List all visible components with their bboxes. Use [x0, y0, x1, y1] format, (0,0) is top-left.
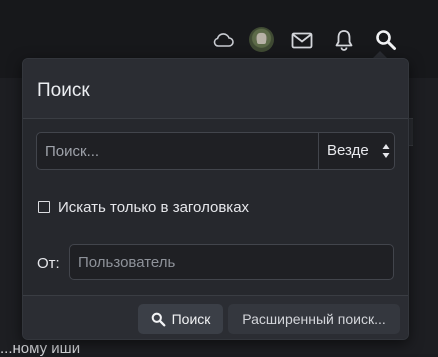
search-popup-footer: Поиск Расширенный поиск... [23, 295, 408, 339]
user-input[interactable] [69, 244, 394, 280]
from-label: От: [37, 255, 60, 272]
cloud-icon[interactable] [210, 27, 236, 53]
search-popup-title: Поиск [37, 80, 90, 101]
search-button-label: Поиск [171, 311, 211, 327]
background-partial-text: ...ному иши [0, 340, 81, 357]
titles-only-checkbox[interactable] [38, 201, 50, 213]
search-popup-header: Поиск [23, 59, 408, 119]
advanced-search-button[interactable]: Расширенный поиск... [228, 304, 400, 334]
search-button[interactable]: Поиск [138, 304, 223, 334]
search-scope-value: Везде [327, 142, 369, 159]
advanced-search-label: Расширенный поиск... [242, 311, 386, 327]
search-popup: Поиск Везде Искать только в заголовках О… [22, 58, 409, 340]
search-icon[interactable] [373, 27, 399, 53]
search-field-group: Везде [36, 132, 395, 170]
bell-icon[interactable] [331, 27, 357, 53]
search-scope-select[interactable]: Везде [318, 133, 395, 169]
search-icon [151, 312, 166, 326]
sort-arrows-icon [382, 144, 390, 158]
titles-only-label: Искать только в заголовках [58, 198, 250, 216]
avatar[interactable] [249, 27, 274, 52]
titles-only-option[interactable]: Искать только в заголовках [38, 198, 249, 216]
envelope-icon[interactable] [289, 27, 315, 53]
search-input[interactable] [37, 133, 318, 169]
